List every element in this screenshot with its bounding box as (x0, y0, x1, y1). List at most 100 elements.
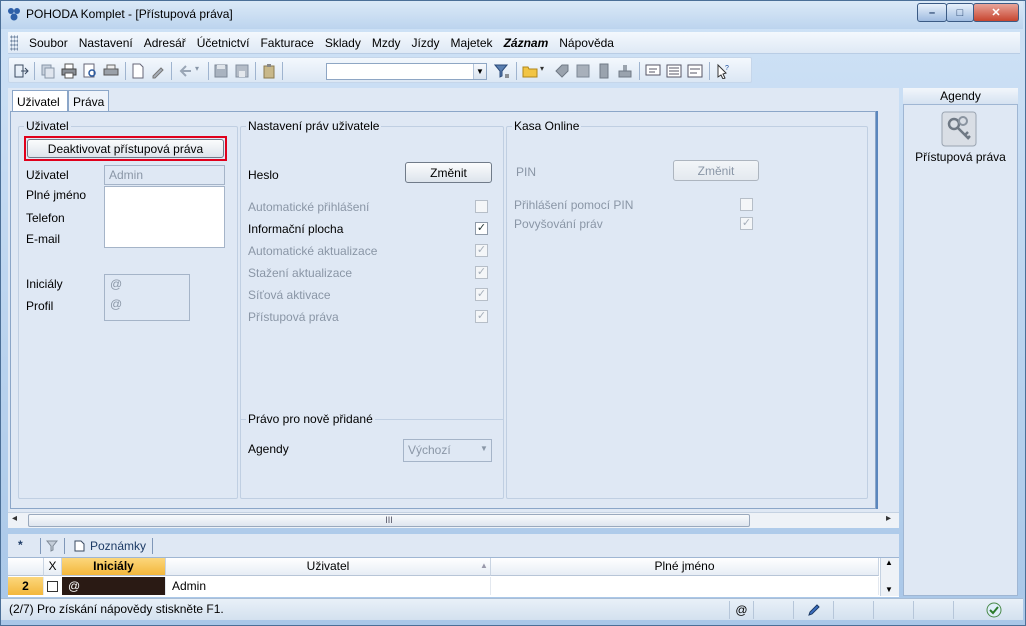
folder-icon[interactable] (522, 63, 538, 79)
menu-mzdy[interactable]: Mzdy (372, 36, 401, 50)
row-initials[interactable]: @ (62, 577, 166, 595)
right-label-access-rights: Přístupová práva (248, 310, 339, 324)
right-label-auto-login: Automatické přihlášení (248, 200, 370, 214)
label-user: Uživatel (26, 168, 69, 182)
keys-icon[interactable] (941, 111, 977, 147)
copy-record-icon[interactable] (40, 63, 56, 79)
notes-icon (74, 540, 85, 552)
agendy-select[interactable]: Výchozí (403, 439, 492, 462)
print-preview-icon[interactable] (82, 63, 98, 79)
paste-icon[interactable] (261, 63, 277, 79)
report-icon[interactable] (687, 63, 703, 79)
lower-tab-notes[interactable]: Poznámky (90, 539, 146, 553)
rights-group-title: Nastavení práv uživatele (246, 119, 382, 133)
menu-nastaveni[interactable]: Nastavení (79, 36, 133, 50)
save-icon[interactable] (213, 63, 229, 79)
label-pin: PIN (516, 165, 537, 179)
search-combo-chevron-down-icon[interactable]: ▼ (473, 64, 486, 79)
document-icon[interactable] (596, 63, 612, 79)
menu-adresar[interactable]: Adresář (144, 36, 186, 50)
right-label-download-update: Stažení aktualizace (248, 266, 353, 280)
print-icon[interactable] (61, 63, 77, 79)
agendy-item-label[interactable]: Přístupová práva (903, 150, 1018, 164)
message-icon[interactable] (645, 63, 661, 79)
minimize-button[interactable]: – (917, 3, 947, 22)
label-initials: Iniciály (26, 277, 63, 291)
checkbox-download-update[interactable]: ✓ (475, 266, 488, 279)
checkbox-info-board[interactable]: ✓ (475, 222, 488, 235)
menu-majetek[interactable]: Majetek (451, 36, 493, 50)
svg-text:?: ? (725, 65, 729, 72)
stamp-icon[interactable] (617, 63, 633, 79)
list-icon[interactable] (666, 63, 682, 79)
calculator-icon[interactable] (575, 63, 591, 79)
menu-jizdy[interactable]: Jízdy (412, 36, 440, 50)
user-field: Admin (104, 165, 225, 185)
agendy-select-chevron-down-icon[interactable]: ▼ (480, 444, 488, 453)
maximize-button[interactable]: □ (946, 3, 974, 22)
checkbox-auto-login[interactable] (475, 200, 488, 213)
grid-header-fullname[interactable]: Plné jméno (491, 558, 879, 576)
tag-icon[interactable] (554, 63, 570, 79)
label-fullname: Plné jméno (26, 188, 87, 202)
menu-fakturace[interactable]: Fakturace (260, 36, 313, 50)
checkbox-auto-updates[interactable]: ✓ (475, 244, 488, 257)
help-pointer-icon[interactable]: ? (715, 63, 731, 79)
sort-icon: ▲ (480, 561, 488, 570)
back-dropdown-icon[interactable]: ▾ (195, 64, 199, 73)
checkbox-network-activation[interactable]: ✓ (475, 288, 488, 301)
toolbar: ▾ ▼ ▾ ? (8, 57, 752, 83)
row-fullname[interactable] (491, 577, 879, 595)
initials-value: @ (110, 277, 123, 291)
row-number: 2 (8, 577, 44, 595)
status-text: (2/7) Pro získání nápovědy stiskněte F1. (9, 602, 224, 616)
kasa-label-elevate-rights: Povyšování práv (514, 217, 603, 231)
filter-icon[interactable] (494, 63, 510, 79)
row-checkbox[interactable] (47, 581, 58, 592)
grid-scroll-down-icon[interactable]: ▼ (885, 585, 893, 594)
agendy-header: Agendy (903, 88, 1018, 105)
kasa-group (506, 126, 868, 499)
menu-bar: Soubor Nastavení Adresář Účetnictví Fakt… (8, 32, 1020, 54)
change-password-button[interactable]: Změnit (405, 162, 492, 183)
checkbox-elevate-rights[interactable]: ✓ (740, 217, 753, 230)
folder-dropdown-icon[interactable]: ▾ (540, 64, 544, 73)
menu-sklady[interactable]: Sklady (325, 36, 361, 50)
search-combo[interactable]: ▼ (326, 63, 487, 80)
scroll-left-icon[interactable]: ◂ (12, 513, 17, 524)
kasa-label-pin-login: Přihlášení pomocí PIN (514, 198, 634, 212)
lower-filter-icon[interactable] (46, 540, 58, 552)
change-pin-button[interactable]: Změnit (673, 160, 759, 181)
scroll-thumb[interactable]: III (28, 514, 750, 527)
grid-header-x[interactable]: X (44, 558, 62, 576)
status-ok-icon (953, 601, 1019, 619)
grid-header-initials[interactable]: Iniciály (62, 558, 166, 576)
checkbox-access-rights[interactable]: ✓ (475, 310, 488, 323)
new-rights-title: Právo pro nově přidané (246, 412, 375, 426)
right-label-info-board: Informační plocha (248, 222, 344, 236)
fullname-phone-email-fields[interactable] (104, 186, 225, 248)
row-user[interactable]: Admin (166, 577, 491, 595)
menu-ucetnictvi[interactable]: Účetnictví (197, 36, 250, 50)
close-button[interactable]: ✕ (973, 3, 1019, 22)
agendy-pane (903, 88, 1018, 596)
save-all-icon[interactable] (234, 63, 250, 79)
edit-icon[interactable] (150, 63, 166, 79)
status-pen-icon (793, 601, 833, 619)
exit-icon[interactable] (13, 63, 29, 79)
back-arrow-icon[interactable] (177, 63, 193, 79)
menu-zaznam[interactable]: Záznam (504, 36, 549, 50)
grid-scroll-up-icon[interactable]: ▲ (885, 558, 893, 567)
label-password: Heslo (248, 168, 279, 182)
grid-header-user[interactable]: Uživatel (166, 558, 491, 576)
scroll-right-icon[interactable]: ▸ (886, 513, 891, 524)
status-at: @ (729, 601, 753, 619)
menu-napoveda[interactable]: Nápověda (559, 36, 614, 50)
right-label-auto-updates: Automatické aktualizace (248, 244, 378, 258)
new-document-icon[interactable] (130, 63, 146, 79)
print-settings-icon[interactable] (103, 63, 119, 79)
checkbox-pin-login[interactable] (740, 198, 753, 211)
lower-tab-star[interactable]: * (18, 538, 23, 552)
tab-prava[interactable]: Práva (68, 90, 109, 112)
menu-soubor[interactable]: Soubor (29, 36, 68, 50)
